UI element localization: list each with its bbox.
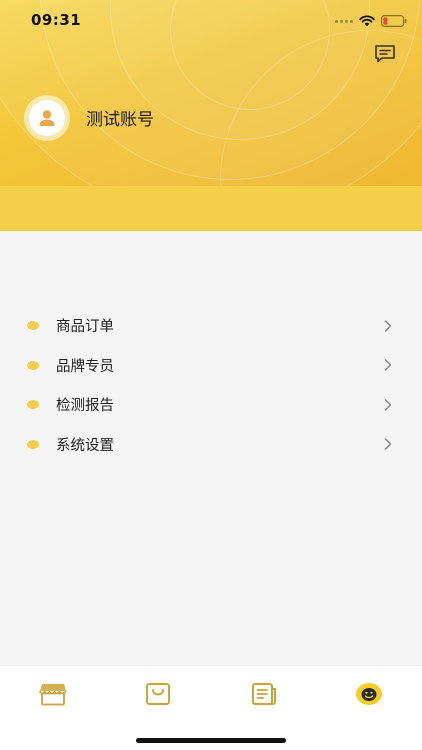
tab-shopping[interactable]	[143, 679, 173, 709]
menu-item-label: 系统设置	[56, 437, 114, 454]
smiley-face-icon	[356, 683, 382, 705]
chat-bubble-icon	[375, 45, 395, 63]
bullet-dot-icon	[27, 400, 39, 410]
tab-store[interactable]	[38, 679, 68, 709]
menu-list: 商品订单 品牌专员 检测报告 系统设置	[0, 306, 422, 464]
profile-header: 09:31 测试账号	[0, 0, 422, 231]
menu-item-orders[interactable]: 商品订单	[0, 306, 422, 346]
message-button[interactable]	[374, 44, 396, 64]
shopping-bag-icon	[146, 683, 170, 705]
store-icon	[39, 684, 67, 706]
battery-icon	[381, 15, 407, 27]
bullet-dot-icon	[27, 439, 39, 449]
chevron-right-icon	[384, 399, 392, 411]
document-icon	[252, 683, 276, 705]
cellular-signal-icon	[335, 19, 353, 23]
tab-reports[interactable]	[249, 679, 279, 709]
user-name: 测试账号	[86, 110, 154, 130]
avatar[interactable]	[24, 95, 70, 141]
menu-item-brand-specialist[interactable]: 品牌专员	[0, 346, 422, 386]
menu-item-label: 品牌专员	[56, 358, 114, 375]
chevron-right-icon	[384, 359, 392, 371]
menu-item-test-reports[interactable]: 检测报告	[0, 385, 422, 425]
bullet-dot-icon	[27, 360, 39, 370]
menu-item-system-settings[interactable]: 系统设置	[0, 425, 422, 465]
chevron-right-icon	[384, 438, 392, 450]
home-indicator	[136, 738, 286, 743]
tab-profile[interactable]	[354, 679, 384, 709]
bullet-dot-icon	[27, 321, 39, 331]
chevron-right-icon	[384, 320, 392, 332]
status-time: 09:31	[31, 11, 82, 29]
menu-item-label: 商品订单	[56, 319, 114, 336]
user-icon	[39, 110, 55, 126]
menu-item-label: 检测报告	[56, 398, 114, 415]
wifi-icon	[359, 15, 375, 27]
status-icons	[335, 13, 407, 29]
